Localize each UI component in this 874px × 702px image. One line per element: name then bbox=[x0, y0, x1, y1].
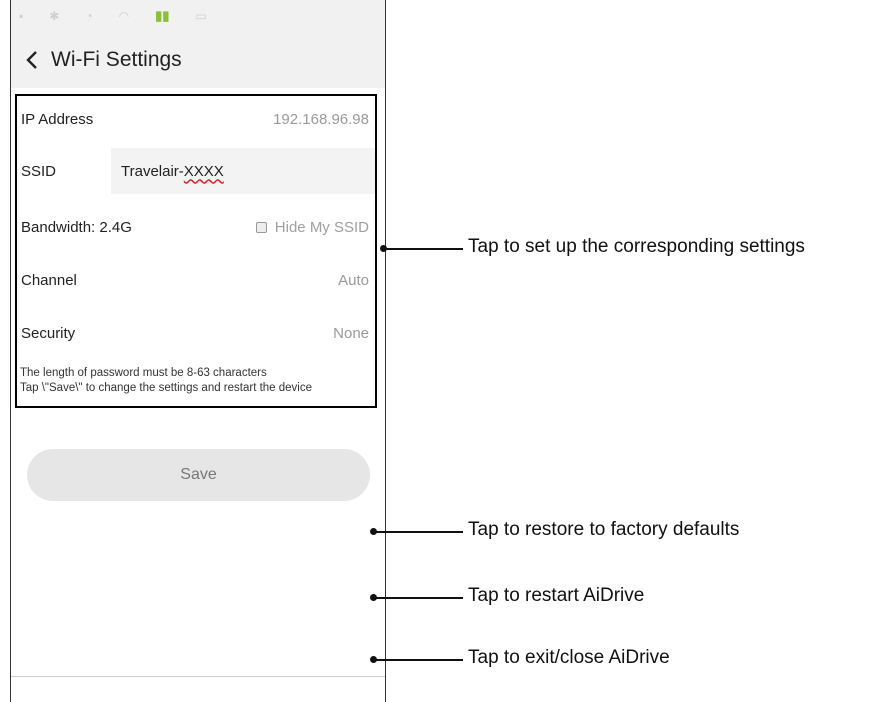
bandwidth-row[interactable]: Bandwidth: 2.4G Hide My SSID bbox=[17, 204, 375, 250]
save-button[interactable]: Save bbox=[27, 449, 370, 501]
back-button[interactable] bbox=[21, 45, 43, 75]
wifi-icon: ◠ bbox=[118, 9, 130, 23]
settings-panel: IP Address 192.168.96.98 SSID Travelair-… bbox=[15, 94, 377, 408]
password-length-note: The length of password must be 8-63 char… bbox=[20, 367, 267, 379]
callout-exit-text: Tap to exit/close AiDrive bbox=[468, 647, 670, 668]
ssid-input[interactable]: Travelair- XXXX bbox=[111, 148, 375, 194]
bluetooth-icon: ✱ bbox=[49, 9, 60, 23]
ssid-suffix: XXXX bbox=[183, 162, 224, 180]
settings-note: The length of password must be 8-63 char… bbox=[20, 366, 360, 396]
callout-restore-text: Tap to restore to factory defaults bbox=[468, 519, 740, 540]
callout-line bbox=[375, 597, 463, 599]
notification-icon: ▪ bbox=[19, 9, 24, 23]
phone-screen: ▪ ✱ ◔ ◠ ▮▮ ▭ Wi-Fi Settings IP Address 1… bbox=[10, 0, 386, 702]
callout-restart-text: Tap to restart AiDrive bbox=[468, 585, 645, 606]
ssid-row: SSID Travelair- XXXX bbox=[17, 148, 375, 194]
callout-line bbox=[375, 531, 463, 533]
checkbox-icon bbox=[255, 221, 267, 233]
security-value: None bbox=[333, 324, 369, 342]
ssid-label: SSID bbox=[21, 162, 57, 180]
page-title: Wi-Fi Settings bbox=[51, 48, 182, 71]
status-bar: ▪ ✱ ◔ ◠ ▮▮ ▭ bbox=[11, 0, 385, 32]
chevron-left-icon bbox=[26, 51, 37, 69]
hide-ssid-checkbox[interactable]: Hide My SSID bbox=[255, 218, 369, 236]
save-restart-note: Tap \"Save\" to change the settings and … bbox=[20, 382, 313, 394]
hide-ssid-label: Hide My SSID bbox=[274, 218, 369, 236]
signal-icon: ▮▮ bbox=[155, 8, 170, 23]
callout-line bbox=[375, 659, 463, 661]
channel-value: Auto bbox=[338, 271, 369, 289]
security-row[interactable]: Security None bbox=[17, 310, 375, 356]
battery-icon: ▭ bbox=[195, 9, 207, 23]
callout-settings-text: Tap to set up the corresponding settings bbox=[468, 236, 805, 257]
callout-line bbox=[385, 248, 463, 250]
channel-row[interactable]: Channel Auto bbox=[17, 257, 375, 303]
security-label: Security bbox=[21, 324, 76, 342]
ip-address-row: IP Address 192.168.96.98 bbox=[17, 96, 375, 142]
channel-label: Channel bbox=[21, 271, 77, 289]
ip-address-value: 192.168.96.98 bbox=[273, 110, 369, 128]
ssid-prefix: Travelair- bbox=[121, 162, 184, 180]
alarm-icon: ◔ bbox=[85, 9, 93, 23]
app-bar: Wi-Fi Settings bbox=[11, 32, 385, 88]
divider bbox=[11, 676, 385, 677]
bandwidth-label: Bandwidth: 2.4G bbox=[21, 218, 132, 236]
ip-address-label: IP Address bbox=[21, 110, 94, 128]
